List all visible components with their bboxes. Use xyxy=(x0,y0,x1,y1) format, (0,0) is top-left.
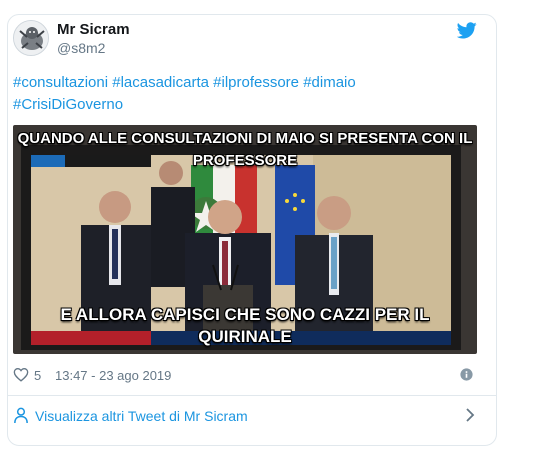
heart-icon[interactable] xyxy=(13,367,29,382)
tweet-header: Mr Sicram @s8m2 xyxy=(13,20,477,60)
more-tweets-label[interactable]: Visualizza altri Tweet di Mr Sicram xyxy=(35,408,248,424)
tweet-media-image[interactable]: QUANDO ALLE CONSULTAZIONI DI MAIO SI PRE… xyxy=(13,125,477,354)
tweet-timestamp[interactable]: 13:47 - 23 ago 2019 xyxy=(55,368,171,383)
chevron-right-icon[interactable] xyxy=(465,408,475,422)
tweet-footer: 5 13:47 - 23 ago 2019 xyxy=(13,366,477,386)
author-handle[interactable]: @s8m2 xyxy=(57,40,105,56)
avatar-image xyxy=(14,21,48,55)
hashtag-line-1: #consultazioni #lacasadicarta #ilprofess… xyxy=(13,72,473,94)
hashtag-link[interactable]: #consultazioni xyxy=(13,74,108,91)
twitter-bird-icon[interactable] xyxy=(457,22,477,39)
info-icon[interactable] xyxy=(460,368,473,381)
person-icon xyxy=(14,407,28,424)
hashtag-link[interactable]: #dimaio xyxy=(303,74,356,91)
author-name[interactable]: Mr Sicram xyxy=(57,21,130,38)
meme-caption-top: QUANDO ALLE CONSULTAZIONI DI MAIO SI PRE… xyxy=(17,130,473,169)
hashtag-link[interactable]: #CrisiDiGoverno xyxy=(13,96,123,113)
hashtag-line-2: #CrisiDiGoverno xyxy=(13,94,473,116)
meme-caption-bottom: E ALLORA CAPISCI CHE SONO CAZZI PER IL Q… xyxy=(60,305,430,346)
more-tweets-link[interactable]: Visualizza altri Tweet di Mr Sicram xyxy=(13,405,477,429)
avatar[interactable] xyxy=(13,20,49,56)
like-count: 5 xyxy=(34,368,42,383)
tweet-text: #consultazioni #lacasadicarta #ilprofess… xyxy=(13,72,473,116)
hashtag-link[interactable]: #lacasadicarta xyxy=(112,74,209,91)
footer-divider xyxy=(8,395,496,396)
hashtag-link[interactable]: #ilprofessore xyxy=(213,74,299,91)
